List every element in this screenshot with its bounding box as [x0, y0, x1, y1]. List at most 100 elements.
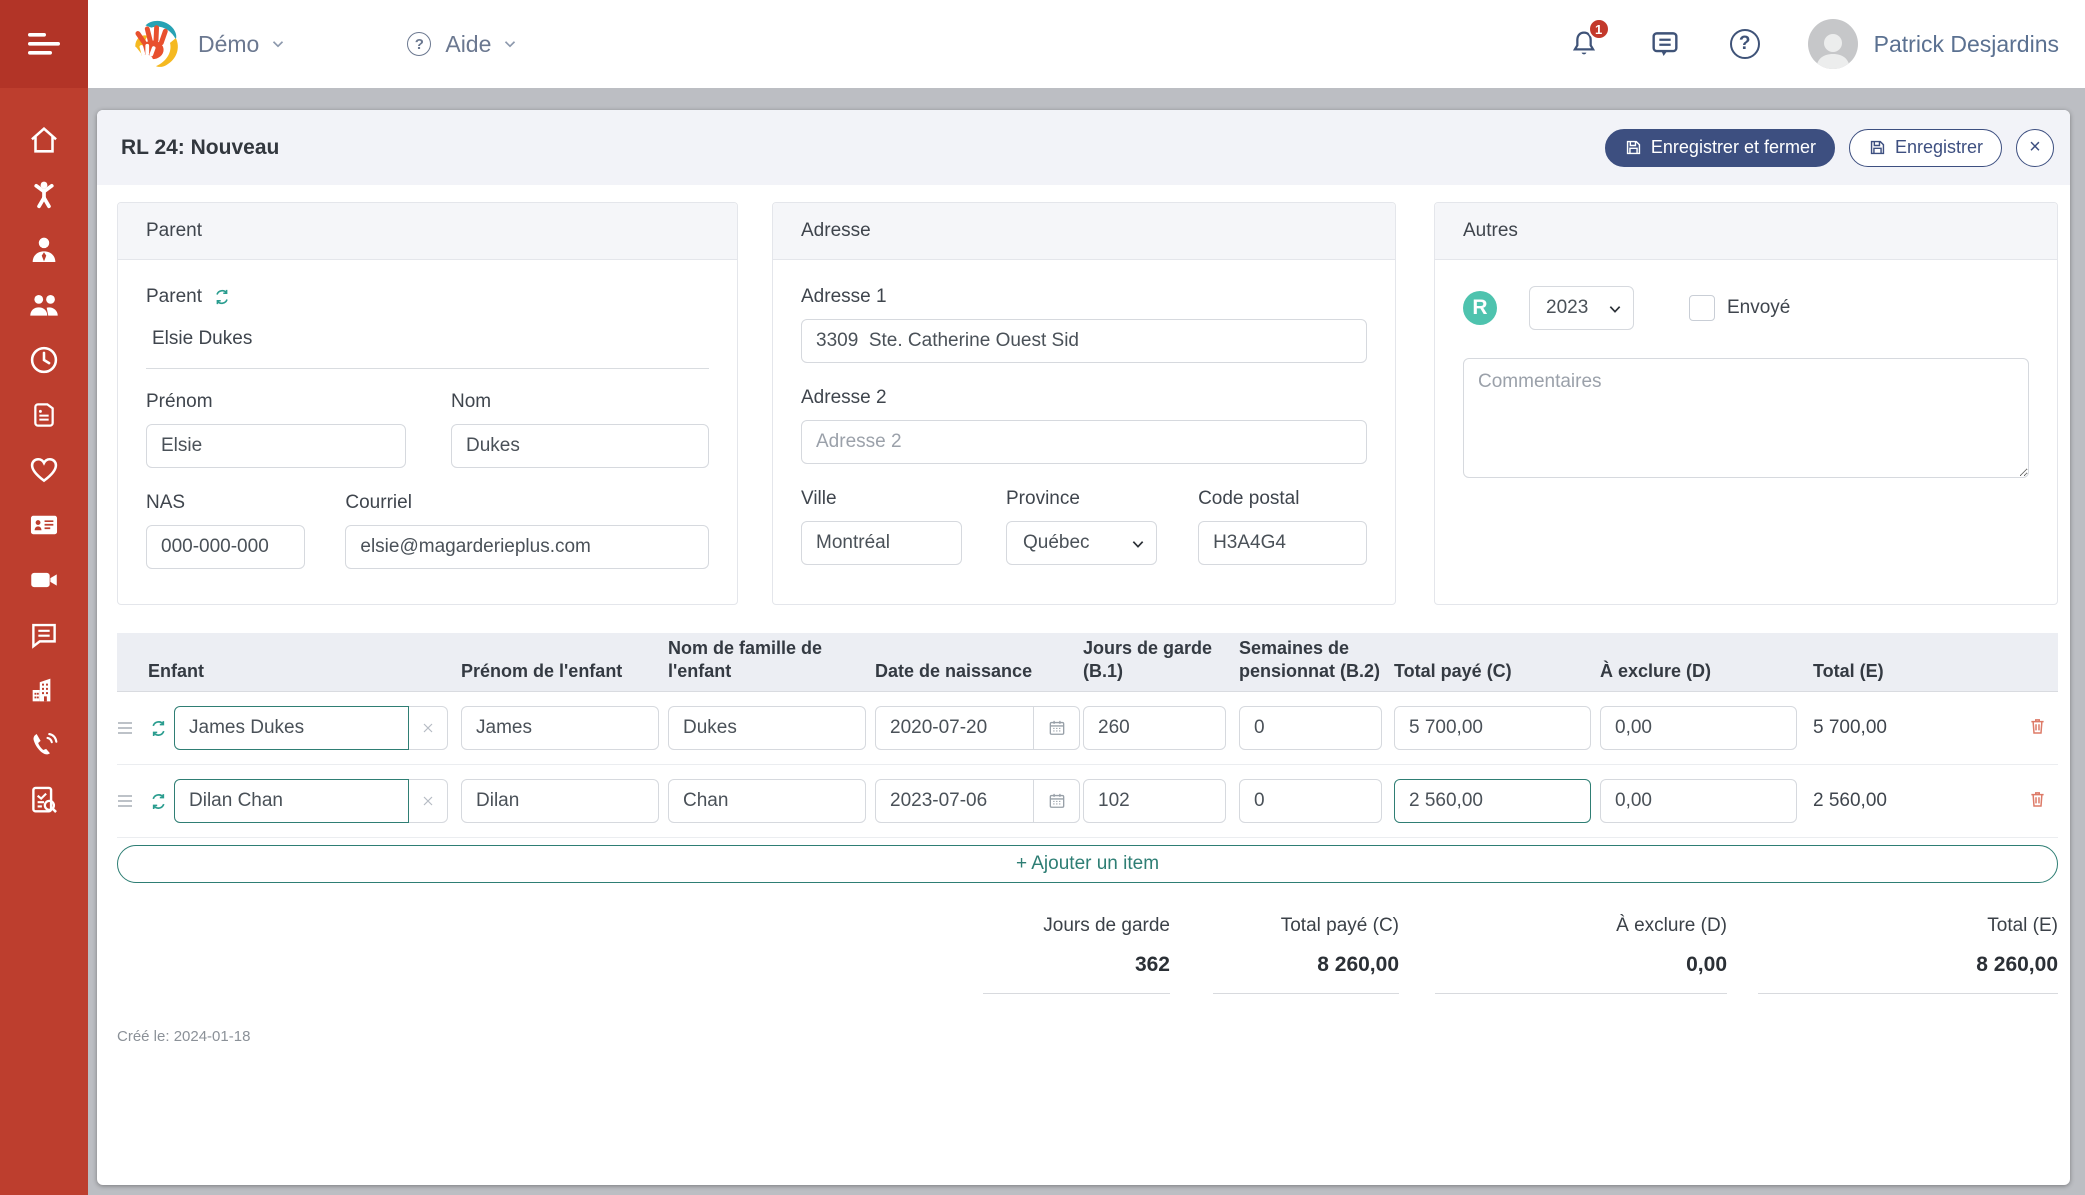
report-search-icon [27, 783, 61, 817]
sidebar-item-reports[interactable] [0, 772, 88, 827]
clear-enfant-button[interactable] [409, 779, 448, 823]
envoye-checkbox[interactable] [1689, 295, 1715, 321]
clear-enfant-button[interactable] [409, 706, 448, 750]
calendar-icon [1047, 791, 1067, 811]
created-date: Créé le: 2024-01-18 [117, 1028, 2058, 1045]
a-exclure-field[interactable] [1600, 779, 1797, 823]
delete-row-button[interactable] [2027, 715, 2048, 742]
totals-total-value: 8 260,00 [1758, 953, 2058, 977]
adresse2-label: Adresse 2 [801, 387, 1367, 409]
video-camera-icon [26, 563, 62, 597]
delete-row-button[interactable] [2027, 788, 2048, 815]
code-postal-field[interactable] [1198, 521, 1367, 565]
courriel-field[interactable] [345, 525, 709, 569]
clock-icon [27, 343, 61, 377]
nas-field[interactable] [146, 525, 305, 569]
sidebar-item-educators[interactable] [0, 222, 88, 277]
prenom-enfant-field[interactable] [461, 779, 659, 823]
jours-garde-field[interactable] [1083, 779, 1226, 823]
nom-enfant-field[interactable] [668, 706, 866, 750]
year-selected-value: 2023 [1546, 297, 1588, 319]
jours-garde-field[interactable] [1083, 706, 1226, 750]
close-button[interactable]: × [2016, 129, 2054, 167]
col-header-total: Total (E) [1813, 660, 2017, 692]
enfant-field[interactable] [174, 779, 409, 823]
support-button[interactable]: ? [1730, 29, 1760, 59]
home-icon [27, 123, 61, 157]
autres-panel: Autres R 2023 Envoyé [1434, 202, 2058, 605]
sidebar-item-videos[interactable] [0, 552, 88, 607]
naissance-field[interactable]: 2023-07-06 [875, 779, 1080, 823]
sidebar-item-contacts[interactable] [0, 497, 88, 552]
prenom-label: Prénom [146, 391, 406, 413]
code-postal-label: Code postal [1198, 488, 1367, 510]
col-header-a-exclure: À exclure (D) [1600, 660, 1813, 692]
totals-jours-value: 362 [983, 953, 1170, 977]
province-select[interactable]: Québec [1006, 521, 1157, 565]
semaines-pensionnat-field[interactable] [1239, 706, 1382, 750]
adresse2-field[interactable] [801, 420, 1367, 464]
total-paye-field[interactable] [1394, 706, 1591, 750]
nom-enfant-field[interactable] [668, 779, 866, 823]
drag-handle[interactable] [117, 794, 148, 808]
ville-field[interactable] [801, 521, 962, 565]
releve-badge: R [1463, 291, 1497, 325]
calendar-button[interactable] [1033, 780, 1079, 822]
user-name[interactable]: Patrick Desjardins [1874, 31, 2059, 58]
topbar: Démo ? Aide 1 ? [88, 0, 2085, 88]
sidebar-item-home[interactable] [0, 112, 88, 167]
adresse1-field[interactable] [801, 319, 1367, 363]
prenom-enfant-field[interactable] [461, 706, 659, 750]
province-label: Province [1006, 488, 1157, 510]
sidebar-item-messages[interactable] [0, 607, 88, 662]
chat-icon [1648, 27, 1682, 61]
child-icon [27, 178, 61, 212]
add-item-button[interactable]: + Ajouter un item [117, 845, 2058, 883]
drag-handle-icon [117, 794, 135, 808]
row-refresh-button[interactable] [148, 718, 174, 739]
autres-panel-title: Autres [1435, 203, 2057, 260]
notifications-button[interactable]: 1 [1568, 27, 1600, 61]
totals-a-exclure-label: À exclure (D) [1435, 915, 1727, 937]
help-circle-icon: ? [407, 32, 431, 56]
row-refresh-button[interactable] [148, 791, 174, 812]
calendar-button[interactable] [1033, 707, 1079, 749]
sidebar-item-activities[interactable] [0, 387, 88, 442]
total-paye-field[interactable] [1394, 779, 1591, 823]
naissance-field[interactable]: 2020-07-20 [875, 706, 1080, 750]
table-row: 2023-07-06 2 560,00 [117, 765, 2058, 838]
sidebar-toggle-button[interactable] [0, 0, 88, 88]
save-icon [1868, 138, 1887, 157]
sidebar-item-health[interactable] [0, 442, 88, 497]
semaines-pensionnat-field[interactable] [1239, 779, 1382, 823]
brand-label: Démo [198, 31, 259, 58]
sidebar-item-children[interactable] [0, 167, 88, 222]
sidebar-item-schedule[interactable] [0, 332, 88, 387]
year-select[interactable]: 2023 [1529, 286, 1634, 330]
prenom-field[interactable] [146, 424, 406, 468]
save-and-close-button[interactable]: Enregistrer et fermer [1605, 129, 1835, 167]
nas-label: NAS [146, 492, 305, 514]
sidebar-item-calls[interactable] [0, 717, 88, 772]
ville-label: Ville [801, 488, 962, 510]
drag-handle[interactable] [117, 721, 148, 735]
sidebar-item-families[interactable] [0, 277, 88, 332]
avatar[interactable] [1808, 19, 1858, 69]
col-header-semaines: Semaines de pensionnat (B.2) [1239, 637, 1394, 691]
nom-field[interactable] [451, 424, 709, 468]
brand-menu[interactable]: Démo [128, 16, 287, 72]
save-icon [1624, 138, 1643, 157]
question-circle-icon: ? [1730, 29, 1760, 59]
sidebar [0, 88, 88, 1195]
sidebar-item-organization[interactable] [0, 662, 88, 717]
help-menu[interactable]: ? Aide [407, 31, 519, 58]
enfant-field[interactable] [174, 706, 409, 750]
parent-selected-value[interactable]: Elsie Dukes [146, 324, 709, 369]
a-exclure-field[interactable] [1600, 706, 1797, 750]
save-button[interactable]: Enregistrer [1849, 129, 2002, 167]
rl24-form-card: RL 24: Nouveau Enregistrer et fermer Enr… [97, 110, 2070, 1185]
commentaires-textarea[interactable] [1463, 358, 2029, 478]
chevron-down-icon [1130, 536, 1146, 552]
messages-button[interactable] [1648, 27, 1682, 61]
refresh-icon[interactable] [212, 287, 232, 307]
